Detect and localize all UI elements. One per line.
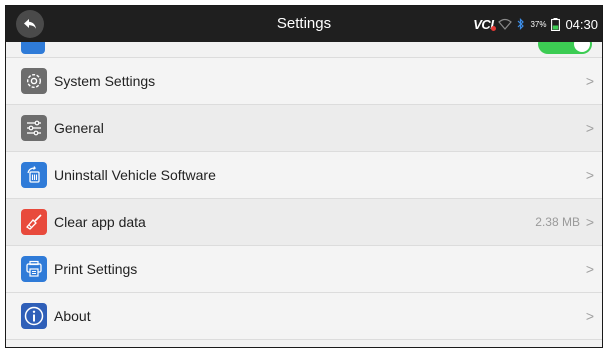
list-item-uninstall-vehicle-software[interactable]: Uninstall Vehicle Software > — [6, 152, 602, 199]
vci-label: VCI — [473, 16, 494, 32]
battery-percent: 37% — [530, 19, 547, 29]
gear-icon — [21, 68, 47, 94]
status-bar: VCI 37% 04:30 — [473, 6, 598, 42]
list-item-clear-app-data[interactable]: Clear app data 2.38 MB > — [6, 199, 602, 246]
vci-status-icon: VCI — [473, 16, 497, 32]
top-bar: Settings VCI 37% 04:30 — [6, 6, 602, 42]
clock-time: 04:30 — [565, 16, 598, 32]
list-item-partial[interactable] — [6, 42, 602, 58]
printer-icon — [21, 256, 47, 282]
broom-icon — [21, 209, 47, 235]
bluetooth-icon — [518, 18, 525, 30]
app-data-size: 2.38 MB — [535, 215, 580, 229]
uninstall-icon — [21, 162, 47, 188]
chevron-right-icon: > — [585, 167, 594, 183]
list-item-label: System Settings — [54, 73, 156, 89]
list-item-label: Clear app data — [54, 214, 146, 230]
chevron-right-icon: > — [585, 73, 594, 89]
list-item-label: About — [54, 308, 91, 324]
chevron-right-icon: > — [585, 308, 594, 324]
list-item-system-settings[interactable]: System Settings > — [6, 58, 602, 105]
toggle-knob — [574, 42, 590, 52]
chevron-right-icon: > — [585, 120, 594, 136]
chevron-right-icon: > — [585, 261, 594, 277]
list-item-label: Print Settings — [54, 261, 138, 277]
sliders-icon — [21, 115, 47, 141]
battery-icon — [551, 17, 561, 31]
list-item-general[interactable]: General > — [6, 105, 602, 152]
list-item-label: Uninstall Vehicle Software — [54, 167, 216, 183]
auto-update-toggle[interactable] — [538, 42, 592, 54]
settings-screen: Settings VCI 37% 04:30 System Settings >… — [5, 5, 603, 348]
list-item-print-settings[interactable]: Print Settings > — [6, 246, 602, 293]
settings-list: System Settings > General > Uninstall Ve… — [6, 42, 602, 340]
info-icon — [21, 303, 47, 329]
wifi-icon — [498, 18, 513, 30]
chevron-right-icon: > — [585, 214, 594, 230]
update-icon — [21, 42, 45, 54]
list-item-about[interactable]: About > — [6, 293, 602, 340]
list-item-label: General — [54, 120, 104, 136]
